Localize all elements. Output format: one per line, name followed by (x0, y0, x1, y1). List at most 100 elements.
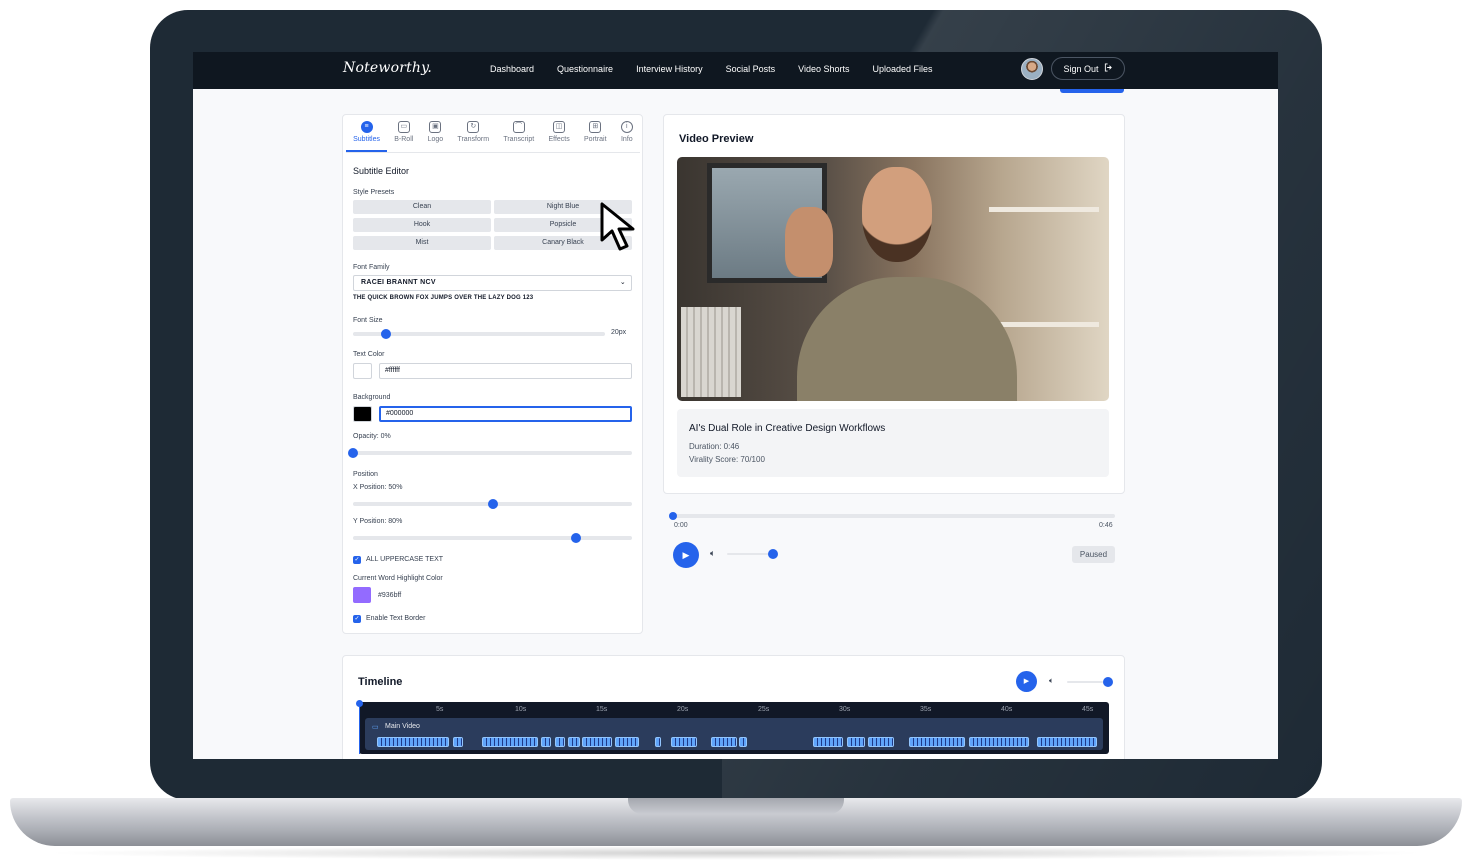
nav-link-questionnaire[interactable]: Questionnaire (557, 64, 613, 74)
tab-effects[interactable]: ◫ Effects (541, 119, 577, 152)
avatar[interactable] (1021, 58, 1043, 80)
tab-b-roll[interactable]: ▭ B-Roll (387, 119, 420, 152)
background-color-swatch[interactable] (353, 406, 372, 422)
audio-waveform-segment (541, 737, 551, 747)
app-screen: Noteworthy. Dashboard Questionnaire Inte… (193, 52, 1278, 759)
tab-portrait[interactable]: ⊞ Portrait (577, 119, 614, 152)
text-color-input[interactable]: #ffffff (379, 363, 632, 379)
volume-slider[interactable] (727, 549, 778, 559)
font-size-slider-thumb[interactable] (380, 329, 391, 339)
timeline-volume-thumb[interactable] (1103, 677, 1113, 687)
y-position-slider[interactable] (353, 533, 632, 543)
tab-logo[interactable]: ▣ Logo (420, 119, 450, 152)
chevron-down-icon: ⌄ (619, 279, 626, 286)
timeline-volume-icon[interactable]: 🔈︎ (1049, 676, 1054, 686)
playback-progress[interactable] (669, 512, 1115, 520)
tab-label: Info (620, 136, 633, 143)
timeline-tick: 45s (1082, 706, 1094, 713)
tab-label: Transform (457, 136, 490, 143)
app-logo[interactable]: Noteworthy. (343, 60, 432, 76)
video-duration: Duration: 0:46 (689, 442, 740, 451)
timeline-tick: 35s (920, 706, 932, 713)
timeline-volume-slider[interactable] (1067, 677, 1113, 687)
image-icon: ▣ (429, 121, 442, 133)
mouse-pointer-icon (600, 202, 635, 251)
playhead-line[interactable] (359, 702, 360, 754)
nav-link-uploaded-files[interactable]: Uploaded Files (873, 64, 933, 74)
audio-waveform-segment (813, 737, 843, 747)
nav-link-dashboard[interactable]: Dashboard (490, 64, 534, 74)
highlight-color-swatch[interactable] (353, 587, 371, 603)
timeline-tick: 5s (436, 706, 444, 713)
tab-label: Subtitles (353, 136, 380, 143)
play-button[interactable]: ▶ (673, 542, 699, 568)
editor-tabs: ≡ Subtitles ▭ B-Roll ▣ Logo ↻ Transform ⌒ Tra… (346, 119, 640, 153)
tab-label: Effects (548, 136, 570, 143)
background-label: Background (353, 394, 391, 401)
x-position-slider-thumb[interactable] (487, 499, 498, 509)
rotate-icon: ↻ (467, 121, 480, 133)
header-action-edge (1060, 89, 1124, 93)
tab-label: B-Roll (394, 136, 414, 143)
audio-waveform-segment (582, 737, 612, 747)
uppercase-checkbox[interactable]: ✓ (353, 556, 361, 564)
opacity-slider-thumb[interactable] (348, 448, 358, 458)
video-scene-shelf (989, 207, 1099, 327)
subtitle-editor-title: Subtitle Editor (353, 166, 410, 176)
opacity-slider[interactable] (348, 448, 632, 458)
text-border-checkbox[interactable]: ✓ (353, 615, 361, 623)
video-frame[interactable] (677, 157, 1109, 401)
preset-hook[interactable]: Hook (353, 218, 491, 232)
tab-transform[interactable]: ↻ Transform (450, 119, 496, 152)
audio-waveform-segment (969, 737, 1029, 747)
tab-info[interactable]: i Info (614, 119, 640, 152)
timeline-play-button[interactable]: ▶ (1016, 671, 1037, 692)
nav-link-interview-history[interactable]: Interview History (636, 64, 703, 74)
tab-transcript[interactable]: ⌒ Transcript (496, 119, 541, 152)
position-label: Position (353, 471, 378, 478)
audio-waveform-segment (711, 737, 737, 747)
effects-icon: ◫ (553, 121, 566, 133)
nav-link-social-posts[interactable]: Social Posts (726, 64, 776, 74)
video-preview-panel: Video Preview AI's Dual Role in Creative… (663, 114, 1125, 494)
tab-subtitles[interactable]: ≡ Subtitles (346, 119, 388, 152)
text-color-label: Text Color (353, 351, 385, 358)
playback-scrubber[interactable] (669, 512, 677, 520)
total-time: 0:46 (1099, 522, 1113, 529)
video-person-hand (785, 207, 833, 277)
timeline-tick: 15s (596, 706, 608, 713)
main-video-label: Main Video (385, 723, 420, 730)
audio-waveform-segment (739, 737, 747, 747)
nav-links: Dashboard Questionnaire Interview Histor… (490, 64, 956, 74)
timeline-panel: Timeline ▶ 🔈︎ 5s 10s 15s 20s 25s 30s 35s… (342, 655, 1125, 759)
nav-link-video-shorts[interactable]: Video Shorts (798, 64, 849, 74)
text-border-label: Enable Text Border (366, 615, 426, 622)
preset-mist[interactable]: Mist (353, 236, 491, 250)
volume-slider-thumb[interactable] (768, 549, 778, 559)
timeline-track-area[interactable]: 5s 10s 15s 20s 25s 30s 35s 40s 45s ▭ Mai… (356, 700, 1109, 754)
volume-icon[interactable]: 🔈︎ (710, 548, 715, 559)
audio-waveform-segment (847, 737, 865, 747)
timeline-tick: 30s (839, 706, 851, 713)
camera-icon: ▭ (397, 121, 410, 133)
playback-status-badge: Paused (1072, 546, 1115, 563)
text-color-swatch[interactable] (353, 363, 372, 379)
sign-out-button[interactable]: Sign Out (1051, 57, 1125, 80)
font-family-select[interactable]: RACEI BRANNT NCV ⌄ (353, 275, 632, 291)
top-navigation: Noteworthy. Dashboard Questionnaire Inte… (193, 52, 1278, 89)
tab-label: Logo (427, 136, 444, 143)
y-position-label: Y Position: 80% (353, 518, 403, 525)
timeline-tick: 20s (677, 706, 689, 713)
font-size-label: Font Size (353, 317, 383, 324)
style-presets-label: Style Presets (353, 189, 395, 196)
main-video-track[interactable]: ▭ Main Video (365, 718, 1103, 750)
video-camera-icon: ▭ (372, 724, 379, 731)
timeline-tick: 40s (1001, 706, 1013, 713)
background-color-input[interactable]: #000000 (379, 406, 632, 422)
timeline-tick: 10s (515, 706, 527, 713)
y-position-slider-thumb[interactable] (571, 533, 582, 543)
video-info-card: AI's Dual Role in Creative Design Workfl… (677, 409, 1109, 477)
font-size-slider[interactable] (353, 329, 605, 339)
preset-clean[interactable]: Clean (353, 200, 491, 214)
x-position-slider[interactable] (353, 499, 632, 509)
